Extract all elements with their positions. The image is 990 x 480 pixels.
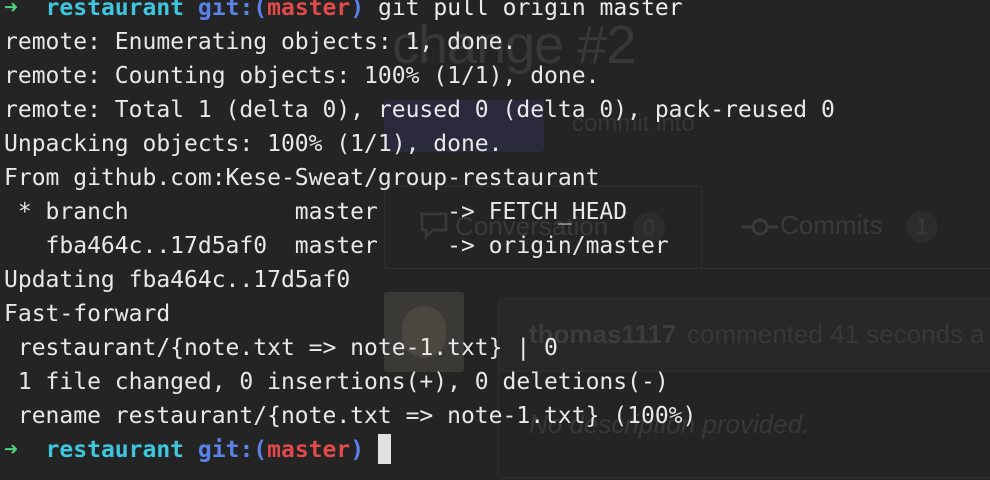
prompt-line-current[interactable]: ➜ restaurant git:(master)	[0, 433, 990, 467]
terminal-window[interactable]: change #2 commit into Conversation 0 Com…	[0, 0, 990, 480]
output-line: restaurant/{note.txt => note-1.txt} | 0	[4, 335, 558, 361]
prompt-git-label: git:	[197, 437, 254, 463]
output-line: From github.com:Kese-Sweat/group-restaur…	[4, 165, 600, 191]
output-line: rename restaurant/{note.txt => note-1.tx…	[4, 403, 697, 429]
prompt-branch: master	[267, 437, 351, 463]
prompt-close-paren: )	[350, 0, 365, 21]
text-cursor[interactable]	[377, 434, 391, 464]
output-line: Unpacking objects: 100% (1/1), done.	[4, 131, 503, 157]
prompt-open-paren: (	[253, 0, 268, 21]
prompt-close-paren: )	[350, 437, 365, 463]
output-line: remote: Enumerating objects: 1, done.	[4, 29, 517, 55]
output-line: remote: Counting objects: 100% (1/1), do…	[4, 63, 600, 89]
output-line: Fast-forward	[4, 301, 171, 327]
prompt-arrow-icon: ➜	[4, 437, 18, 463]
output-line: Updating fba464c..17d5af0	[4, 267, 351, 293]
prompt-git-label: git:	[197, 0, 254, 21]
prompt-open-paren: (	[253, 437, 268, 463]
prompt-line: ➜ restaurant git:(master) git pull origi…	[0, 0, 990, 25]
output-line: * branch master -> FETCH_HEAD	[4, 199, 628, 225]
output-line: remote: Total 1 (delta 0), reused 0 (del…	[4, 97, 835, 123]
output-line: 1 file changed, 0 insertions(+), 0 delet…	[4, 369, 669, 395]
command-text: git pull origin master	[377, 0, 683, 21]
prompt-directory: restaurant	[45, 0, 185, 21]
prompt-directory: restaurant	[45, 437, 185, 463]
output-line: fba464c..17d5af0 master -> origin/master	[4, 233, 669, 259]
prompt-branch: master	[267, 0, 351, 21]
terminal-output[interactable]: ➜ restaurant git:(master) git pull origi…	[0, 0, 990, 480]
prompt-arrow-icon: ➜	[4, 0, 18, 21]
